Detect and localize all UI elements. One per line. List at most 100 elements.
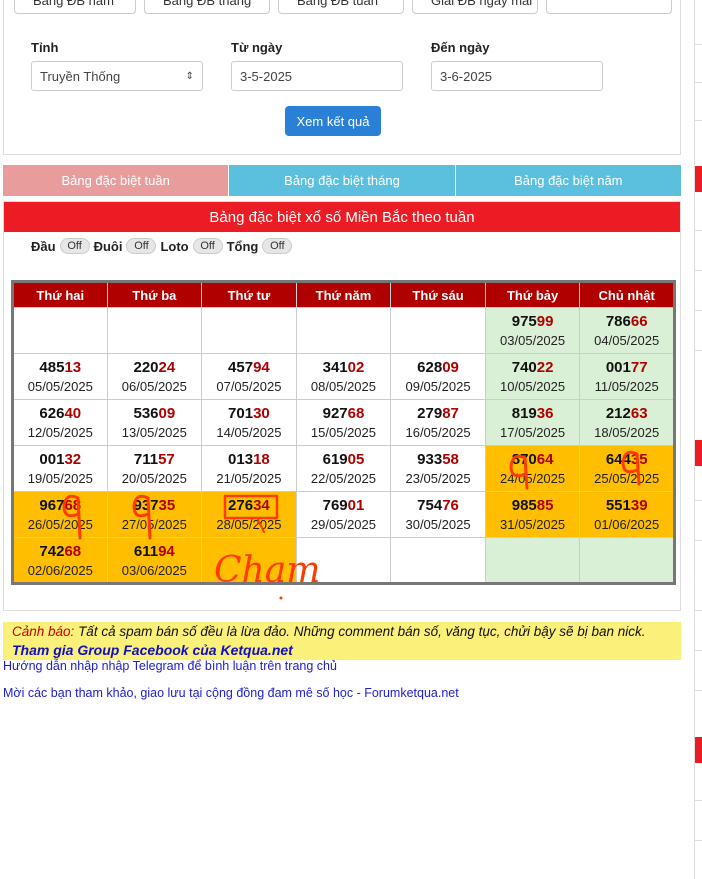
day-cell: 21263 18/05/2025 (579, 399, 675, 446)
forum-link[interactable]: Mời các bạn tham khảo, giao lưu tại cộng… (3, 686, 459, 700)
toggle-label-tong: Tổng (226, 238, 259, 254)
special-prize-number: 48513 (14, 359, 107, 376)
toggle-tong[interactable]: Off (262, 238, 293, 254)
number-head: 457 (228, 359, 254, 376)
special-prize-number: 74022 (486, 359, 580, 376)
sidebar-header-red (695, 440, 702, 466)
sidebar-divider (695, 800, 702, 801)
number-tail: 13 (64, 359, 82, 376)
number-tail: 36 (536, 405, 554, 422)
tab-monthly[interactable]: Bảng đặc biệt tháng (228, 165, 455, 196)
weekday-header: Thứ tư (201, 281, 297, 308)
special-prize-number: 27634 (202, 497, 296, 514)
number-tail: 18 (253, 451, 270, 468)
number-tail: 09 (442, 359, 459, 376)
special-prize-number: 96768 (14, 497, 107, 514)
number-head: 341 (322, 359, 348, 376)
weekday-header: Thứ bảy (485, 281, 581, 308)
number-tail: 87 (442, 405, 459, 422)
number-head: 276 (228, 497, 254, 514)
special-prize-number: 62640 (14, 405, 107, 422)
table-tabs: Bảng đặc biệt tuần Bảng đặc biệt tháng B… (3, 165, 681, 196)
facebook-group-link[interactable]: Tham gia Group Facebook của Ketqua.net (12, 642, 672, 658)
weekday-header: Thứ hai (12, 281, 108, 308)
special-prize-number: 87064 (486, 451, 580, 468)
draw-date: 28/05/2025 (216, 517, 282, 532)
tab-yearly[interactable]: Bảng đặc biệt năm (454, 165, 681, 196)
weekday-header-row: Thứ hai Thứ ba Thứ tư Thứ năm Thứ sáu Thứ bảy… (12, 281, 675, 308)
number-tail: 32 (64, 451, 82, 468)
special-prize-number: 78666 (580, 313, 673, 330)
from-date-input[interactable]: 3-5-2025 (231, 61, 403, 91)
number-head: 742 (39, 542, 65, 560)
day-cell: 22024 06/05/2025 (106, 353, 203, 400)
province-value: Truyền Thống (40, 68, 121, 84)
number-tail: 30 (253, 405, 270, 422)
day-cell (579, 537, 675, 584)
day-cell: 64435 25/05/2025 (579, 445, 675, 492)
day-cell: 00177 11/05/2025 (579, 353, 675, 400)
draw-date: 11/05/2025 (594, 379, 659, 394)
day-cell: 74022 10/05/2025 (484, 353, 581, 400)
sidebar-divider (695, 270, 702, 271)
telegram-guide-link[interactable]: Hướng dẫn nhập nhập Telegram để bình luậ… (3, 659, 337, 673)
day-cell: 75476 30/05/2025 (390, 491, 486, 538)
special-prize-number: 62809 (391, 359, 485, 376)
number-tail: 63 (630, 405, 648, 422)
draw-date: 05/05/2025 (27, 379, 93, 394)
from-date-value: 3-5-2025 (240, 68, 293, 84)
view-results-button[interactable]: Xem kết quả (285, 106, 381, 136)
weekday-header: Thứ sáu (390, 281, 486, 308)
number-head: 220 (133, 359, 159, 376)
province-label: Tỉnh (31, 40, 59, 55)
number-tail: 35 (158, 497, 176, 514)
number-tail: 66 (630, 313, 648, 330)
to-date-input[interactable]: 3-6-2025 (431, 61, 603, 91)
draw-date: 17/05/2025 (500, 425, 566, 440)
day-cell (201, 537, 297, 584)
special-prize-number: 93735 (108, 497, 202, 514)
day-cell: 78666 04/05/2025 (579, 307, 675, 354)
draw-date: 16/05/2025 (405, 425, 471, 440)
day-cell: 96768 26/05/2025 (12, 491, 108, 538)
special-prize-number: 53609 (108, 405, 202, 422)
number-head: 001 (605, 359, 631, 376)
filter-form: Tỉnh Truyền Thống ⇕ Từ ngày 3-5-2025 Đến… (31, 40, 631, 91)
day-cell: 61194 03/06/2025 (106, 537, 203, 584)
number-head: 711 (133, 451, 159, 468)
day-cell (295, 537, 392, 584)
day-cell: 97599 03/05/2025 (484, 307, 581, 354)
sidebar-divider (695, 690, 702, 691)
number-tail: 34 (253, 497, 270, 514)
draw-date: 04/05/2025 (594, 333, 660, 348)
number-tail: 01 (347, 497, 365, 514)
day-cell: 70130 14/05/2025 (201, 399, 297, 446)
number-tail: 39 (630, 497, 648, 514)
week-row: 62640 12/05/2025 53609 13/05/2025 70130 14/05… (12, 399, 675, 446)
special-prize-number: 93358 (391, 451, 485, 468)
number-tail: 68 (347, 405, 365, 422)
toggle-dau[interactable]: Off (59, 238, 90, 254)
special-prize-number: 61905 (297, 451, 391, 468)
tab-weekly[interactable]: Bảng đặc biệt tuần (3, 165, 229, 196)
number-tail: 40 (64, 405, 82, 422)
sidebar-divider (695, 840, 702, 841)
warning-label: Cảnh báo: (12, 624, 75, 639)
special-prize-number: 97599 (486, 313, 580, 330)
special-prize-number: 34102 (297, 359, 391, 376)
draw-date: 01/06/2025 (594, 517, 660, 532)
number-head: 279 (417, 405, 443, 422)
toggle-duoi[interactable]: Off (126, 238, 157, 254)
week-row: 96768 26/05/2025 93735 27/05/2025 27634 28/05… (12, 491, 675, 538)
province-select[interactable]: Truyền Thống ⇕ (31, 61, 203, 91)
draw-date: 09/05/2025 (405, 379, 471, 394)
special-prize-number: 71157 (108, 451, 202, 468)
number-head: 985 (511, 497, 537, 514)
sidebar-divider (695, 610, 702, 611)
toggle-loto[interactable]: Off (192, 238, 223, 254)
day-cell: 98585 31/05/2025 (484, 491, 581, 538)
number-head: 786 (605, 313, 631, 330)
special-prize-number: 74268 (14, 543, 107, 560)
special-prize-number: 92768 (297, 405, 391, 422)
warning-banner: Cảnh báo: Tất cả spam bán số đều là lừa … (3, 622, 681, 660)
